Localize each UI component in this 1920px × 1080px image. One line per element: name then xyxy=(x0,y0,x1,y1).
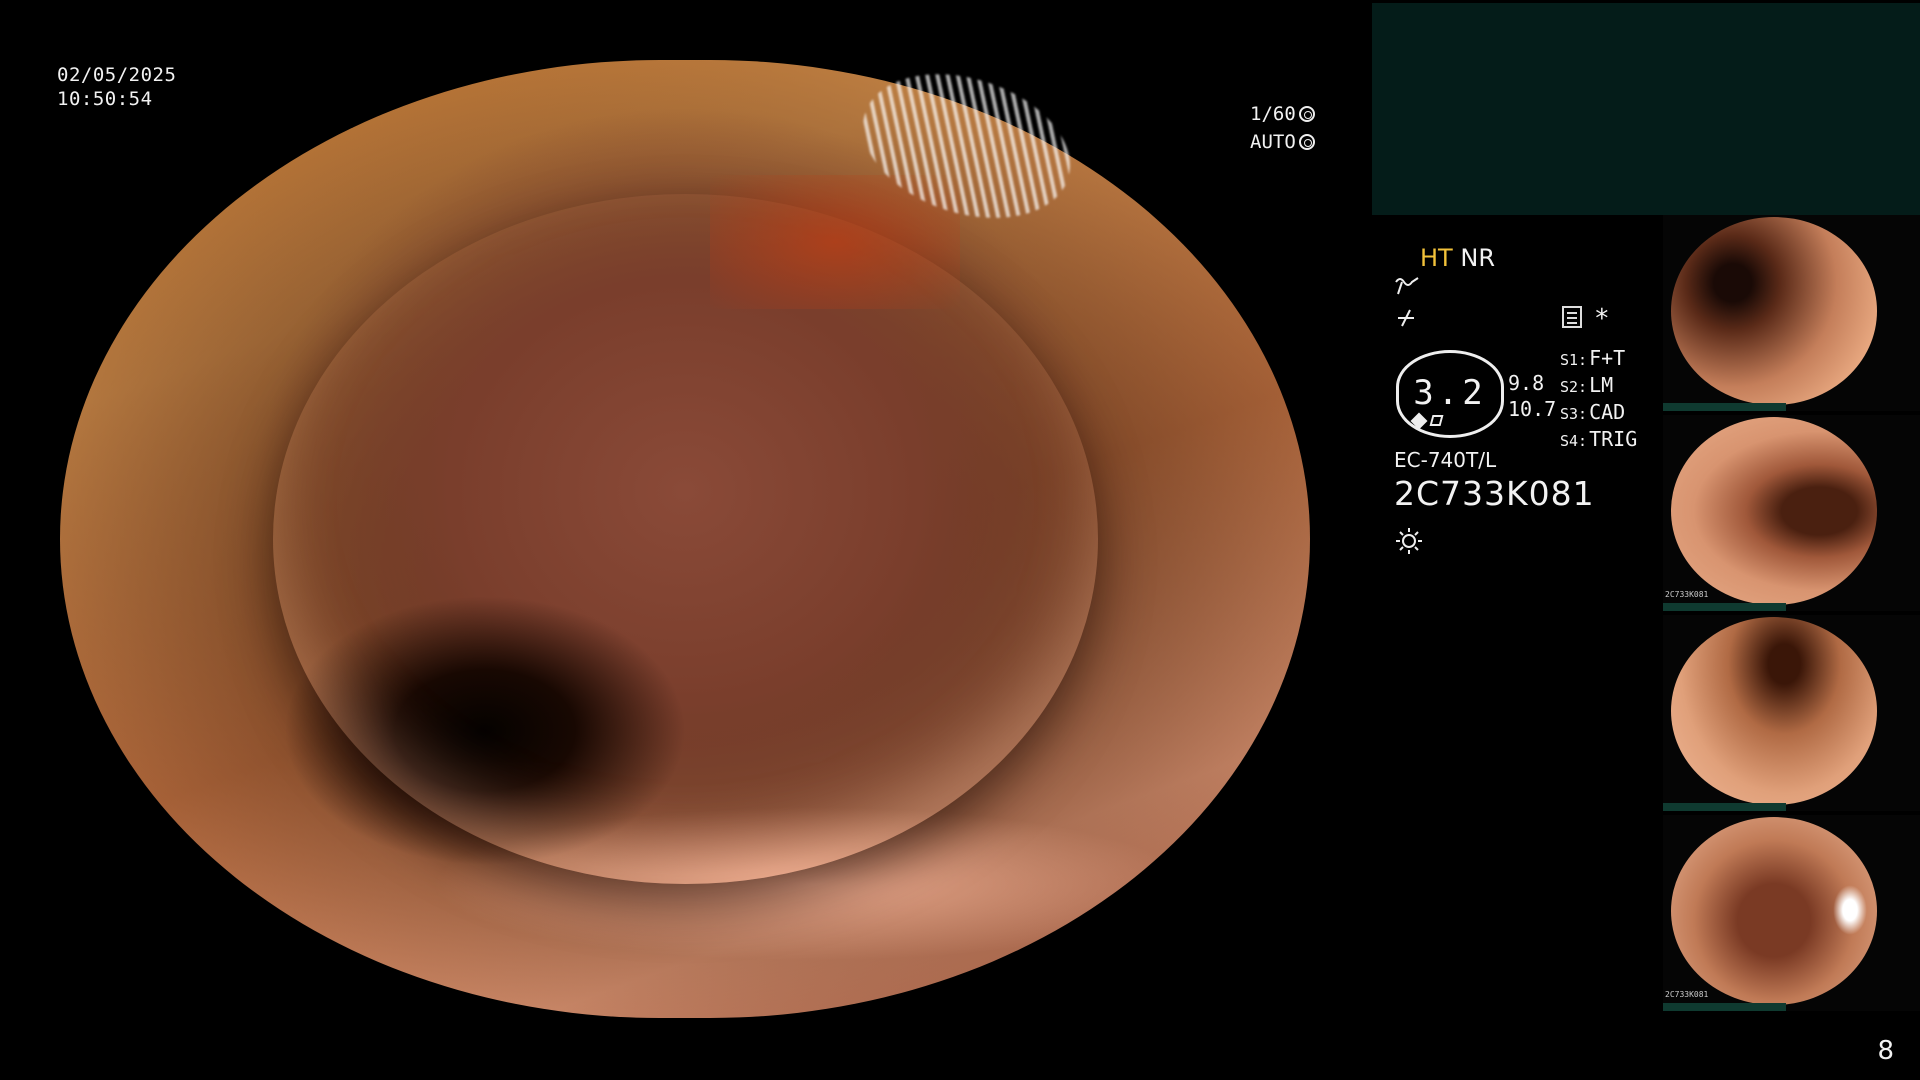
zoom-marks-icon xyxy=(1410,412,1447,430)
shutter-text: 1/60 xyxy=(1250,103,1296,125)
star-mark: * xyxy=(1594,304,1610,334)
zoom-value: 3.2 xyxy=(1413,373,1487,413)
zoom-indicator: 3.2 xyxy=(1396,350,1504,438)
image-modes: HT NR xyxy=(1420,244,1495,272)
thumbnail-bar xyxy=(1663,803,1786,811)
thumbnail-1[interactable] xyxy=(1663,215,1920,411)
thumbnail-serial: 2C733K081 xyxy=(1665,990,1709,999)
switch-item: S2: LM xyxy=(1560,373,1614,397)
thumbnail-4[interactable]: 2C733K081 xyxy=(1663,815,1920,1011)
patient-info-panel xyxy=(1372,3,1920,215)
thumbnail-image xyxy=(1671,217,1877,405)
capture-thumbnails: 2C733K081 2C733K081 xyxy=(1663,215,1920,1015)
light-source-icon xyxy=(1396,528,1422,554)
thumbnail-3[interactable] xyxy=(1663,615,1920,811)
mode-ht: HT xyxy=(1420,244,1453,272)
thumbnail-bar xyxy=(1663,1003,1786,1011)
switch-item: S3: CAD xyxy=(1560,400,1626,424)
mode-nr: NR xyxy=(1460,244,1495,272)
structure-icon xyxy=(1398,309,1414,327)
record-icon xyxy=(1562,306,1582,328)
mucosal-fold xyxy=(273,194,1098,884)
zoom-numbers: 9.8 10.7 xyxy=(1508,370,1556,422)
thumbnail-image xyxy=(1671,417,1877,605)
scope-model: EC-740T/L xyxy=(1394,448,1497,472)
thumbnail-glare xyxy=(1833,885,1867,935)
zoom-b: 10.7 xyxy=(1508,397,1557,421)
zoom-a: 9.8 xyxy=(1508,371,1545,395)
scope-serial: 2C733K081 xyxy=(1394,474,1595,513)
time-text: 10:50:54 xyxy=(57,88,153,110)
shutter-info: 1/60 AUTO xyxy=(1250,100,1315,156)
date-text: 02/05/2025 xyxy=(57,64,177,86)
switch-item: S1: F+T xyxy=(1560,346,1626,370)
thumbnail-serial: 2C733K081 xyxy=(1665,590,1709,599)
thumbnail-bar xyxy=(1663,403,1786,411)
thumbnail-2[interactable]: 2C733K081 xyxy=(1663,415,1920,611)
switch-item: S4: TRIG xyxy=(1560,427,1638,451)
thumbnail-bar xyxy=(1663,603,1786,611)
iris-text: AUTO xyxy=(1250,131,1296,153)
page-number: 8 xyxy=(1877,1036,1894,1066)
endoscope-live-view xyxy=(60,60,1310,1018)
enhancement-icon xyxy=(1395,277,1419,295)
switch-assignments: S1: F+T S2: LM S3: CAD S4: TRIG xyxy=(1560,346,1637,454)
date-time: 02/05/2025 10:50:54 xyxy=(57,63,176,111)
shutter-icon xyxy=(1298,106,1315,122)
thumbnail-image xyxy=(1671,617,1877,805)
iris-icon xyxy=(1298,134,1315,150)
